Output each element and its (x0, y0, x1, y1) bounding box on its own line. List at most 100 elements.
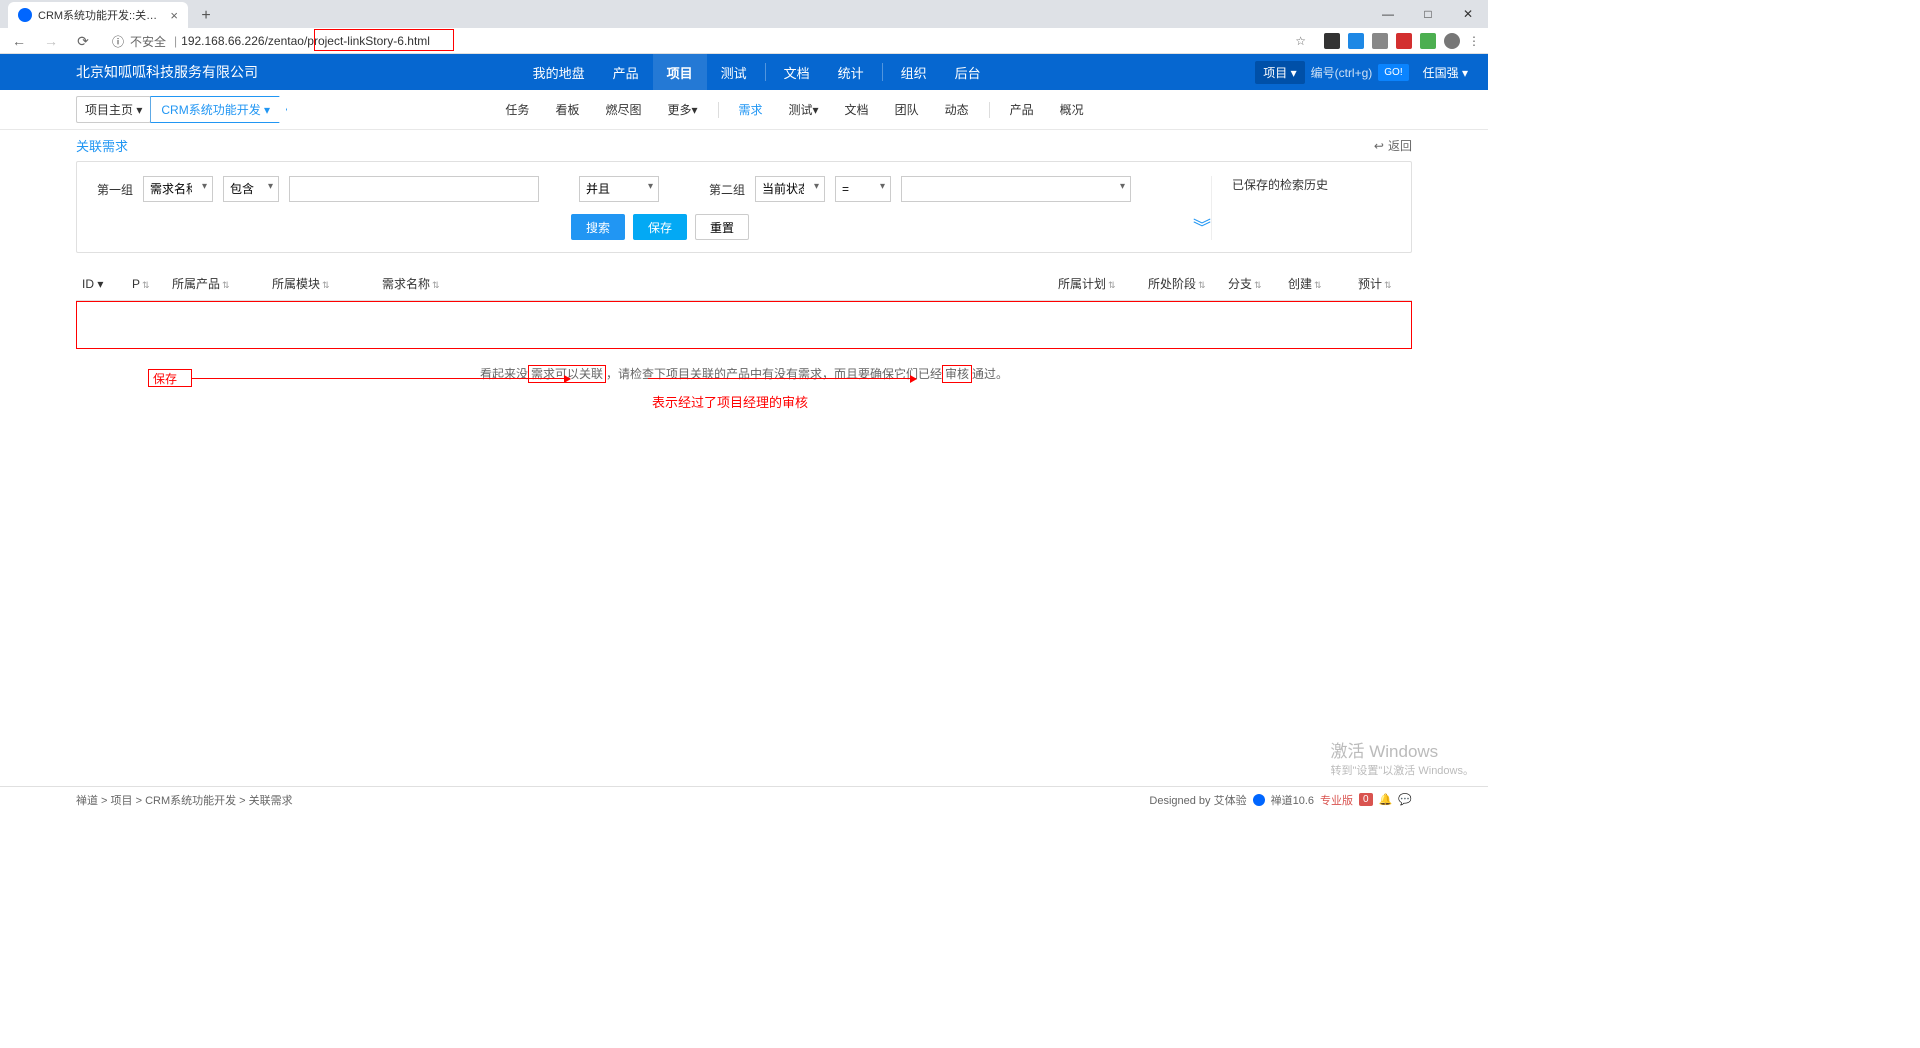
save-button[interactable]: 保存 (633, 214, 687, 240)
tab-title: CRM系统功能开发::关联需求 - 禅 (38, 7, 164, 23)
designed-by[interactable]: Designed by 艾体验 (1149, 792, 1246, 808)
subnav-task[interactable]: 任务 (493, 91, 541, 128)
breadcrumb[interactable]: 禅道 > 项目 > CRM系统功能开发 > 关联需求 (76, 792, 293, 808)
nav-project[interactable]: 项目 (653, 54, 707, 90)
ext-icon[interactable] (1324, 33, 1340, 49)
ext-icon[interactable] (1396, 33, 1412, 49)
menu-icon[interactable]: ⋮ (1468, 34, 1480, 48)
sep (989, 102, 990, 118)
go-button[interactable]: GO! (1378, 64, 1408, 81)
col-create[interactable]: 创建⇅ (1282, 267, 1352, 301)
annotation-arrow1 (192, 378, 570, 379)
subnav-story[interactable]: 需求 (727, 91, 775, 128)
close-window-button[interactable]: ✕ (1448, 0, 1488, 28)
nav-stat[interactable]: 统计 (824, 54, 878, 90)
bell-icon[interactable]: 🔔 (1379, 793, 1393, 806)
address-bar[interactable]: ⓘ 不安全 | 192.168.66.226/zentao/project-li… (104, 30, 1314, 52)
subnav-overview[interactable]: 概况 (1048, 91, 1096, 128)
back-button[interactable]: ← (8, 30, 30, 52)
edition-label: 专业版 (1320, 792, 1353, 808)
ext-icon[interactable] (1420, 33, 1436, 49)
col-title[interactable]: 需求名称⇅ (376, 267, 1052, 301)
subnav-test[interactable]: 测试▾ (777, 91, 831, 128)
address-row: ← → ⟳ ⓘ 不安全 | 192.168.66.226/zentao/proj… (0, 28, 1488, 54)
col-p[interactable]: P⇅ (126, 267, 166, 301)
back-link[interactable]: ↩ 返回 (1374, 137, 1412, 154)
browser-tab[interactable]: CRM系统功能开发::关联需求 - 禅 × (8, 2, 188, 28)
wm-line2: 转到"设置"以激活 Windows。 (1331, 762, 1475, 778)
crumb-project[interactable]: CRM系统功能开发 ▾ (150, 96, 287, 123)
ext-icon[interactable] (1348, 33, 1364, 49)
page-title: 关联需求 (76, 136, 128, 155)
extensions: ⋮ (1324, 33, 1480, 49)
search-button[interactable]: 搜索 (571, 214, 625, 240)
page-title-row: 关联需求 ↩ 返回 (0, 130, 1488, 161)
insecure-label: 不安全 (130, 33, 166, 50)
ext-icon[interactable] (1372, 33, 1388, 49)
search-buttons: 搜索 保存 重置 (97, 214, 1223, 240)
logic-select[interactable]: 并且 (579, 176, 659, 202)
annotation-empty-box (76, 301, 1412, 349)
search-panel: 第一组 需求名称 包含 并且 第二组 当前状态 = 搜索 保存 重置 ︾ 已保存… (76, 161, 1412, 253)
col-module[interactable]: 所属模块⇅ (266, 267, 376, 301)
col-plan[interactable]: 所属计划⇅ (1052, 267, 1142, 301)
subnav-doc[interactable]: 文档 (833, 91, 881, 128)
info-icon: ⓘ (112, 33, 124, 50)
crumb-home[interactable]: 项目主页 ▾ (76, 96, 151, 123)
minimize-button[interactable]: — (1368, 0, 1408, 28)
subnav-activity[interactable]: 动态 (933, 91, 981, 128)
op2-select[interactable]: = (835, 176, 891, 202)
star-icon[interactable]: ☆ (1295, 34, 1306, 48)
subnav-more[interactable]: 更多▾ (655, 91, 709, 128)
nav-admin[interactable]: 后台 (941, 54, 995, 90)
subnav-team[interactable]: 团队 (883, 91, 931, 128)
chat-icon[interactable]: 💬 (1398, 793, 1412, 806)
windows-watermark: 激活 Windows 转到"设置"以激活 Windows。 (1331, 737, 1475, 778)
nav-mydash[interactable]: 我的地盘 (519, 54, 599, 90)
id-search-hint[interactable]: 编号(ctrl+g) (1311, 64, 1373, 81)
url-host: 192.168.66.226/zentao (181, 34, 304, 48)
nav-test[interactable]: 测试 (707, 54, 761, 90)
col-estimate[interactable]: 预计⇅ (1352, 267, 1412, 301)
footer-right: Designed by 艾体验 禅道10.6 专业版 0 🔔 💬 (1149, 792, 1412, 808)
top-nav: 我的地盘 产品 项目 测试 文档 统计 组织 后台 (519, 54, 995, 90)
annotation-url-box (314, 29, 454, 51)
nav-org[interactable]: 组织 (887, 54, 941, 90)
annotation-box2: 审核 (942, 365, 972, 383)
reload-button[interactable]: ⟳ (72, 30, 94, 52)
project-dropdown[interactable]: 项目 ▾ (1255, 61, 1304, 84)
col-stage[interactable]: 所处阶段⇅ (1142, 267, 1222, 301)
col-id[interactable]: ID ▾ (76, 267, 126, 301)
zentao-logo-icon (1253, 794, 1265, 806)
field1-select[interactable]: 需求名称 (143, 176, 213, 202)
annotation-arrow2 (648, 378, 916, 379)
notif-badge[interactable]: 0 (1359, 793, 1373, 806)
subnav-product[interactable]: 产品 (998, 91, 1046, 128)
empty-message: 看起来没需求可以关联，请检查下项目关联的产品中有没有需求，而且要确保它们已经审核… (76, 349, 1412, 398)
op1-select[interactable]: 包含 (223, 176, 279, 202)
annotation-text: 表示经过了项目经理的审核 (652, 392, 808, 411)
subnav-kanban[interactable]: 看板 (543, 91, 591, 128)
user-menu[interactable]: 任国强 ▾ (1423, 64, 1468, 81)
reset-button[interactable]: 重置 (695, 214, 749, 240)
header-right: 项目 ▾ 编号(ctrl+g) GO! 任国强 ▾ (1255, 61, 1468, 84)
forward-button[interactable]: → (40, 30, 62, 52)
nav-doc[interactable]: 文档 (770, 54, 824, 90)
app-header: 北京知呱呱科技服务有限公司 我的地盘 产品 项目 测试 文档 统计 组织 后台 … (0, 54, 1488, 90)
value1-input[interactable] (289, 176, 539, 202)
sub-nav: 任务 看板 燃尽图 更多▾ 需求 测试▾ 文档 团队 动态 产品 概况 (493, 91, 1095, 128)
expand-icon[interactable]: ︾ (1193, 214, 1211, 240)
field2-select[interactable]: 当前状态 (755, 176, 825, 202)
back-label: 返回 (1388, 137, 1412, 154)
col-product[interactable]: 所属产品⇅ (166, 267, 266, 301)
col-branch[interactable]: 分支⇅ (1222, 267, 1282, 301)
window-controls: — □ ✕ (1368, 0, 1488, 28)
subnav-burn[interactable]: 燃尽图 (593, 91, 653, 128)
avatar-icon[interactable] (1444, 33, 1460, 49)
maximize-button[interactable]: □ (1408, 0, 1448, 28)
sub-nav-bar: 项目主页 ▾ CRM系统功能开发 ▾ 任务 看板 燃尽图 更多▾ 需求 测试▾ … (0, 90, 1488, 130)
nav-product[interactable]: 产品 (599, 54, 653, 90)
new-tab-button[interactable]: + (194, 4, 218, 28)
value2-select[interactable] (901, 176, 1131, 202)
close-icon[interactable]: × (170, 8, 178, 23)
